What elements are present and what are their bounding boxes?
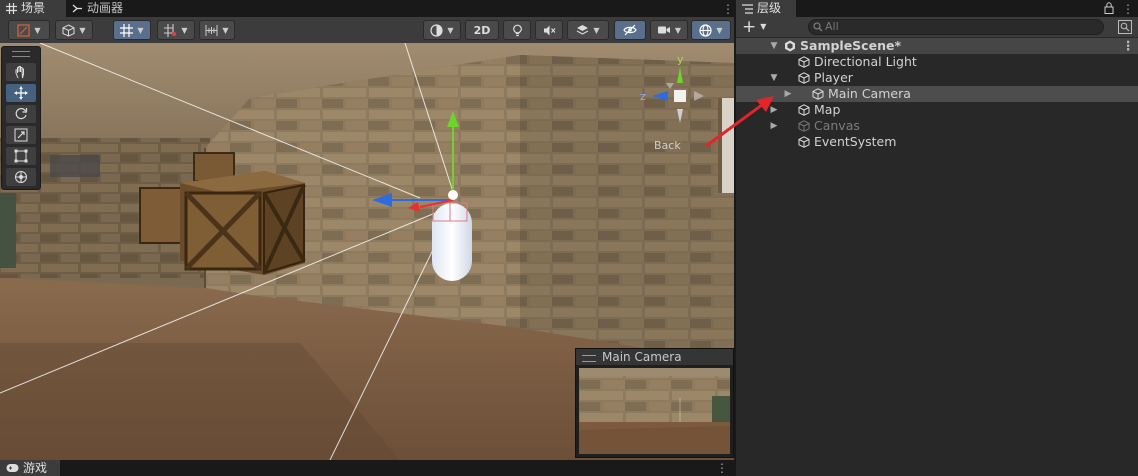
scene-tab-bar: 场景 动画器 ⋮ (0, 0, 734, 17)
add-dropdown-arrow-icon: ▼ (760, 22, 767, 31)
transform-tool-icon (14, 170, 28, 184)
scene-visibility-button[interactable] (614, 20, 646, 40)
transform-tool-button[interactable] (6, 168, 36, 186)
hierarchy-item-label: EventSystem (814, 134, 897, 149)
hierarchy-toolbar: + ▼ All (736, 17, 1138, 37)
audio-muted-icon (543, 24, 556, 37)
gizmo-view-label: Back (654, 139, 681, 152)
gameobject-cube-icon (812, 88, 824, 100)
rect-tool-button[interactable] (6, 147, 36, 165)
eye-hidden-icon (623, 24, 637, 36)
list-icon (742, 3, 753, 14)
effects-button[interactable]: ▼ (567, 20, 609, 40)
tab-scene-label: 场景 (21, 1, 46, 15)
gameobject-cube-icon (798, 72, 810, 84)
annotation-arrow (705, 96, 774, 148)
add-object-label: + (742, 17, 757, 37)
gamepad-icon (6, 463, 19, 473)
camera-preview-title: Main Camera (602, 350, 682, 364)
scene-panel-menu-icon[interactable]: ⋮ (722, 2, 734, 16)
render-mode-button[interactable]: ▼ (423, 20, 461, 40)
globe-icon (699, 23, 713, 37)
lighting-toggle-button[interactable] (503, 20, 531, 40)
tab-animator-label: 动画器 (87, 1, 124, 15)
camera-preview-header[interactable]: Main Camera (576, 349, 733, 365)
shading-mode-button[interactable]: ▼ (55, 20, 93, 40)
hierarchy-item-label: Canvas (814, 118, 860, 133)
hierarchy-item[interactable]: ▼ Player (736, 70, 1138, 86)
snap-increment-icon (164, 23, 177, 37)
search-icon (813, 22, 823, 32)
scene-menu-icon[interactable]: ⋮ (1122, 38, 1135, 54)
tab-hierarchy[interactable]: 层级 (736, 0, 796, 17)
light-bulb-icon (511, 24, 524, 37)
gizmo-axis-y-label: y (677, 53, 684, 66)
tab-game-label: 游戏 (23, 461, 48, 475)
rotate-tool-icon (14, 107, 28, 121)
hierarchy-item-label: Main Camera (828, 86, 911, 101)
gameobject-cube-icon (798, 56, 810, 68)
tools-overlay (1, 46, 41, 190)
move-tool-icon (14, 86, 28, 100)
grid-snap-button[interactable]: ▼ (113, 20, 151, 40)
gizmo-axis-z-label: z (640, 90, 646, 103)
cube-icon (62, 23, 75, 37)
game-tab-bar: 游戏 ⋮ (0, 460, 734, 476)
tab-hierarchy-label: 层级 (757, 1, 782, 15)
expand-arrow-icon[interactable]: ▼ (769, 38, 779, 54)
unity-scene-icon (784, 40, 796, 52)
camera-settings-button[interactable]: ▼ (650, 20, 688, 40)
hierarchy-scene-name: SampleScene* (800, 38, 901, 53)
tab-scene[interactable]: 场景 (0, 0, 66, 17)
grid-icon (6, 3, 17, 14)
add-object-button[interactable]: + ▼ (742, 17, 766, 37)
ruler-icon (205, 24, 218, 37)
lock-icon[interactable] (1104, 2, 1114, 14)
grid-snap-icon (120, 23, 134, 37)
game-panel-menu-icon[interactable]: ⋮ (716, 461, 728, 475)
animator-icon (72, 3, 83, 14)
scene-toolbar: ▼ ▼ ▼ ▼ ▼ ▼ 2D ▼ ▼ ▼ (0, 17, 734, 44)
tab-game[interactable]: 游戏 (0, 460, 60, 476)
hierarchy-tab-bar: 层级 ⋮ (736, 0, 1138, 17)
expand-arrow-icon[interactable]: ▼ (769, 70, 779, 86)
hand-tool-button[interactable] (6, 63, 36, 81)
draw-mode-icon (17, 23, 31, 37)
scale-tool-icon (14, 128, 28, 142)
camera-preview-image (579, 368, 730, 454)
scene-view-panel: 场景 动画器 ⋮ ▼ ▼ ▼ ▼ ▼ ▼ 2D ▼ ▼ ▼ y z Back M… (0, 0, 734, 460)
draw-mode-button[interactable]: ▼ (8, 20, 50, 40)
hierarchy-panel: 层级 ⋮ + ▼ All ▼ SampleScene* ⋮ Directiona… (705, 0, 1138, 476)
tab-animator[interactable]: 动画器 (66, 0, 136, 17)
audio-toggle-button[interactable] (535, 20, 563, 40)
hierarchy-search-placeholder: All (825, 20, 839, 33)
ruler-snap-button[interactable]: ▼ (199, 20, 235, 40)
camera-preview-overlay[interactable]: Main Camera (575, 348, 734, 458)
rect-tool-icon (14, 149, 28, 163)
hand-tool-icon (14, 65, 28, 79)
camera-preview-grip (582, 355, 596, 362)
hierarchy-item-label: Map (814, 102, 841, 117)
hierarchy-search-input[interactable]: All (808, 19, 1104, 35)
hierarchy-item[interactable]: Directional Light (736, 54, 1138, 70)
search-options-icon[interactable] (1118, 20, 1132, 34)
gizmos-button[interactable]: ▼ (691, 20, 731, 40)
hierarchy-item-label: Directional Light (814, 54, 917, 69)
toggle-2d-button[interactable]: 2D (465, 20, 499, 40)
hierarchy-menu-icon[interactable]: ⋮ (1122, 2, 1134, 16)
rotate-tool-button[interactable] (6, 105, 36, 123)
scale-tool-button[interactable] (6, 126, 36, 144)
move-tool-button[interactable] (6, 84, 36, 102)
snap-increment-button[interactable]: ▼ (157, 20, 195, 40)
layers-icon (576, 24, 589, 37)
video-camera-icon (657, 24, 671, 36)
hierarchy-scene-row[interactable]: ▼ SampleScene* ⋮ (736, 38, 1138, 54)
tools-overlay-grip[interactable] (12, 51, 30, 57)
sphere-icon (430, 23, 444, 37)
hierarchy-item-label: Player (814, 70, 853, 85)
